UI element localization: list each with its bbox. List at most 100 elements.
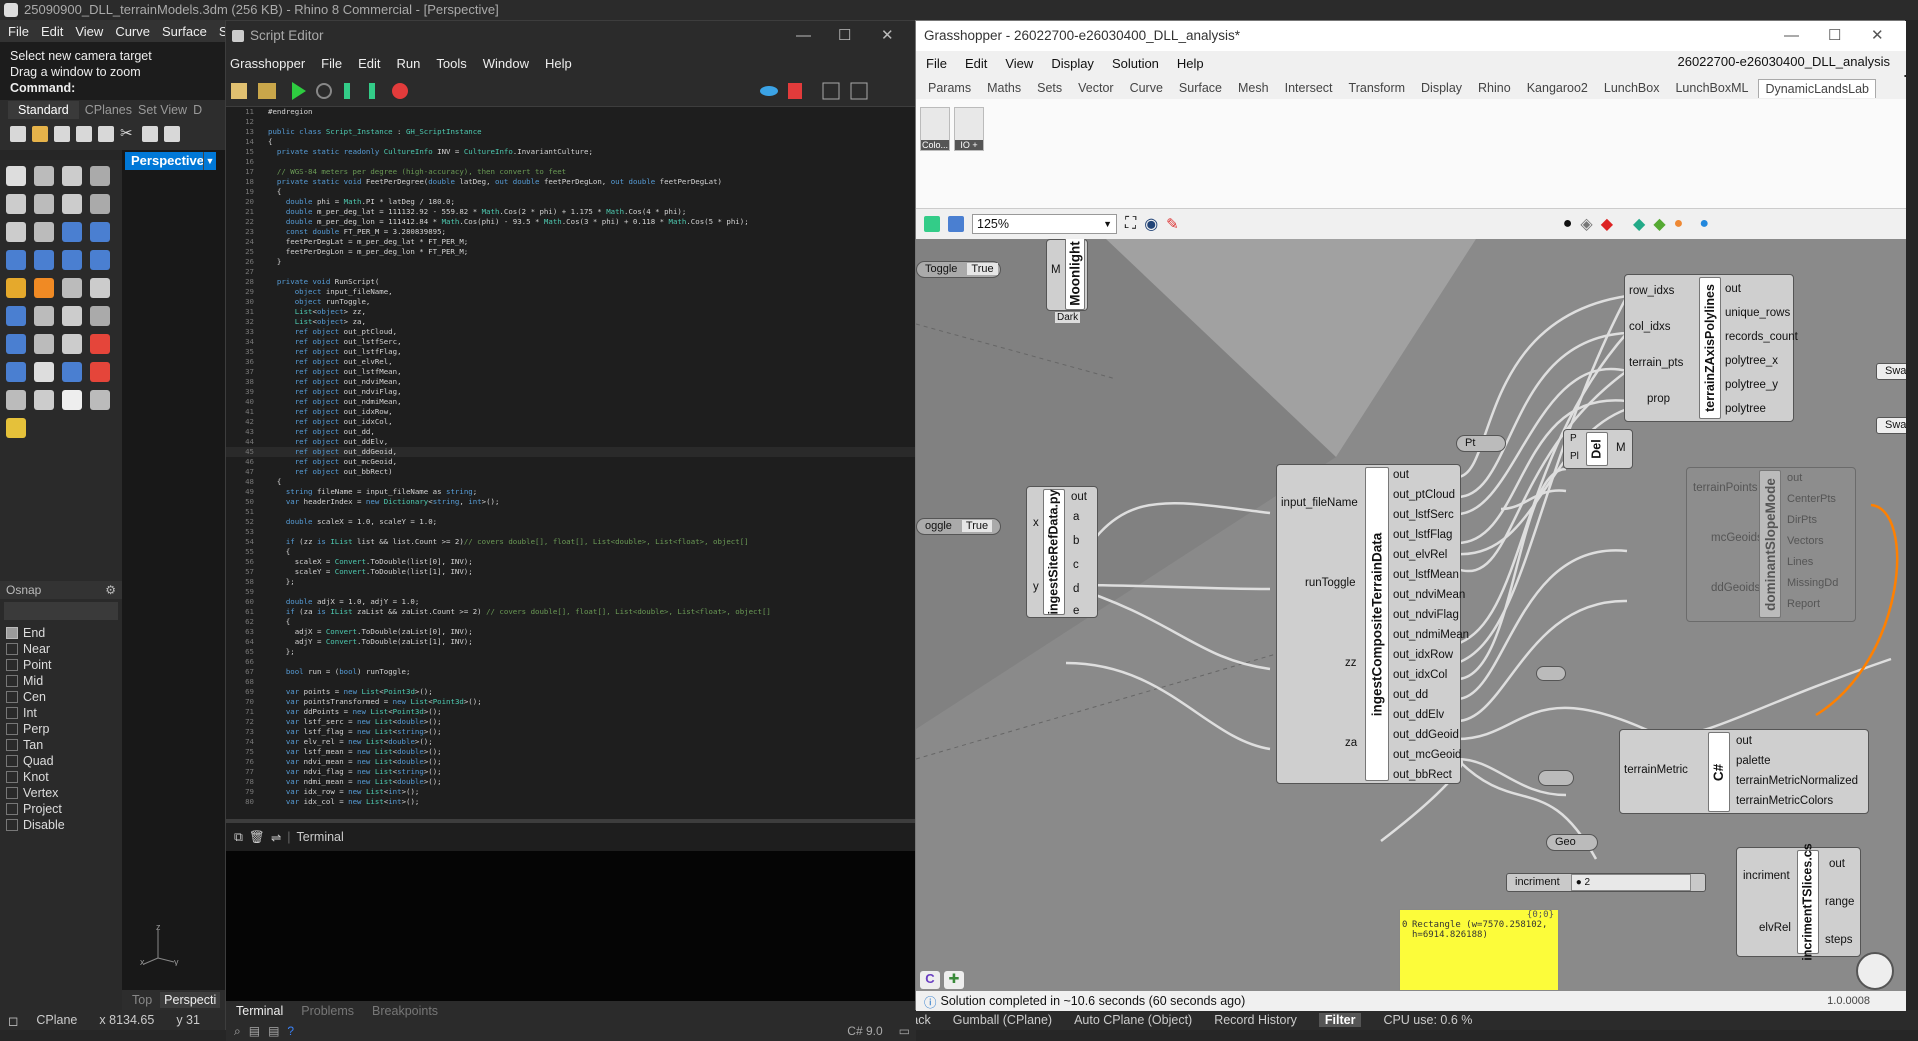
code-line[interactable]: 66: [226, 657, 916, 667]
array-icon[interactable]: [62, 362, 82, 382]
display-icon[interactable]: ◆: [1633, 214, 1645, 234]
tab-sets[interactable]: Sets: [1031, 79, 1068, 97]
gh-menu-display[interactable]: Display: [1051, 56, 1094, 71]
trash-icon[interactable]: 🗑: [249, 830, 265, 845]
viewport-tab-perspective[interactable]: Perspecti: [160, 992, 221, 1008]
checkbox-icon[interactable]: [6, 755, 18, 767]
code-line[interactable]: 70 var pointsTransformed = new List<Poin…: [226, 697, 916, 707]
code-line[interactable]: 19 {: [226, 187, 916, 197]
ribbon-component[interactable]: Colo...: [920, 107, 950, 151]
output-port[interactable]: out_ptCloud: [1393, 485, 1469, 505]
point-icon[interactable]: [34, 166, 54, 186]
debug-icon[interactable]: [788, 83, 802, 99]
output-port[interactable]: CenterPts: [1787, 489, 1838, 510]
output-port[interactable]: out_mcGeoid: [1393, 745, 1469, 765]
status-gumball[interactable]: Gumball (CPlane): [953, 1013, 1052, 1027]
code-line[interactable]: 24 feetPerDegLat = m_per_deg_lat * FT_PE…: [226, 237, 916, 247]
measure-icon[interactable]: [6, 418, 26, 438]
code-editor[interactable]: 11 #endregion 12 13 public class Script_Inst…: [226, 107, 916, 819]
input-port[interactable]: za: [1345, 737, 1357, 749]
check-icon[interactable]: [62, 390, 82, 410]
preview-mode-icon[interactable]: ●: [1563, 215, 1573, 233]
rhino-menu-curve[interactable]: Curve: [115, 24, 150, 39]
search-icon[interactable]: ⌕: [234, 1024, 241, 1039]
code-line[interactable]: 77 var ndvi_flag = new List<string>();: [226, 767, 916, 777]
input-port[interactable]: mcGeoids: [1711, 532, 1763, 544]
checkbox-icon[interactable]: [6, 675, 18, 687]
relay-node[interactable]: [1538, 770, 1574, 786]
boolean-toggle[interactable]: Toggle True: [916, 261, 1001, 278]
output-port[interactable]: polytree_x: [1725, 349, 1798, 373]
perspective-viewport[interactable]: [122, 150, 225, 995]
tab-cplanes[interactable]: CPlanes: [85, 103, 132, 117]
se-menu-grasshopper[interactable]: Grasshopper: [230, 56, 305, 71]
checkbox-checked-icon[interactable]: [6, 627, 18, 639]
explode-icon[interactable]: [34, 390, 54, 410]
save-file-icon[interactable]: [948, 216, 964, 232]
output-port[interactable]: out: [1829, 858, 1845, 870]
osnap-item[interactable]: Disable: [6, 817, 122, 833]
cut-icon[interactable]: ✂: [120, 126, 136, 142]
code-line[interactable]: 41 ref object out_idxRow,: [226, 407, 916, 417]
maximize-icon[interactable]: ☐: [1828, 21, 1841, 51]
code-line[interactable]: 53: [226, 527, 916, 537]
output-port[interactable]: out: [1736, 731, 1858, 751]
osnap-item[interactable]: End: [6, 625, 122, 641]
input-port[interactable]: P: [1570, 433, 1577, 444]
output-port[interactable]: out_lstfMean: [1393, 565, 1469, 585]
checkbox-icon[interactable]: [6, 771, 18, 783]
grid-icon[interactable]: [34, 362, 54, 382]
minimize-icon[interactable]: —: [1784, 21, 1799, 51]
canvas-navigator[interactable]: [1856, 952, 1894, 990]
output-port[interactable]: e: [1073, 605, 1079, 617]
output-port[interactable]: terrainMetricNormalized: [1736, 771, 1858, 791]
code-line[interactable]: 62 {: [226, 617, 916, 627]
step-over-icon[interactable]: [316, 83, 332, 99]
code-line[interactable]: 64 adjY = Convert.ToDouble(zaList[1], IN…: [226, 637, 916, 647]
rhino-menu-view[interactable]: View: [75, 24, 103, 39]
maximize-icon[interactable]: ☐: [838, 21, 851, 51]
output-port[interactable]: out: [1393, 465, 1469, 485]
bake-icon[interactable]: ◆: [1601, 214, 1613, 234]
sphere-icon[interactable]: [34, 250, 54, 270]
status-square-icon[interactable]: ◻: [8, 1013, 18, 1028]
code-line[interactable]: 20 double phi = Math.PI * latDeg / 180.0…: [226, 197, 916, 207]
input-port[interactable]: row_idxs: [1629, 285, 1674, 297]
output-port[interactable]: out_lstfFlag: [1393, 525, 1469, 545]
output-port[interactable]: out_dd: [1393, 685, 1469, 705]
code-line[interactable]: 32 List<object> za,: [226, 317, 916, 327]
code-line[interactable]: 15 private static readonly CultureInfo I…: [226, 147, 916, 157]
slider-track[interactable]: ● 2: [1570, 874, 1691, 891]
gh-menu-help[interactable]: Help: [1177, 56, 1204, 71]
output-port[interactable]: out_idxCol: [1393, 665, 1469, 685]
code-line[interactable]: 78 var ndmi_mean = new List<double>();: [226, 777, 916, 787]
circle-icon[interactable]: [6, 194, 26, 214]
input-port-x[interactable]: x: [1033, 517, 1039, 529]
status-cplane[interactable]: CPlane: [36, 1013, 77, 1027]
code-line[interactable]: 72 var lstf_serc = new List<double>();: [226, 717, 916, 727]
osnap-item[interactable]: Int: [6, 705, 122, 721]
osnap-item[interactable]: Tan: [6, 737, 122, 753]
code-line[interactable]: 13 public class Script_Instance : GH_Scri…: [226, 127, 916, 137]
stop-icon[interactable]: [392, 83, 408, 99]
output-port[interactable]: M: [1616, 442, 1626, 454]
incriment-tslices-component[interactable]: incriment elvRel incrimentTSlices.cs out…: [1736, 843, 1861, 961]
input-port[interactable]: terrainPoints: [1693, 482, 1758, 494]
checkbox-icon[interactable]: [6, 691, 18, 703]
input-port[interactable]: M: [1051, 264, 1061, 276]
checkbox-icon[interactable]: [6, 803, 18, 815]
code-line[interactable]: 80 var idx_col = new List<int>();: [226, 797, 916, 807]
code-line[interactable]: 74 var elv_rel = new List<double>();: [226, 737, 916, 747]
display-icon[interactable]: ●: [1674, 215, 1684, 233]
input-port[interactable]: ddGeoids: [1711, 582, 1760, 594]
mesh-icon[interactable]: [90, 250, 110, 270]
se-menu-run[interactable]: Run: [397, 56, 421, 71]
analyze-icon[interactable]: [90, 334, 110, 354]
code-line[interactable]: 67 bool run = (bool) runToggle;: [226, 667, 916, 677]
osnap-item[interactable]: Quad: [6, 753, 122, 769]
code-line[interactable]: 50 var headerIndex = new Dictionary<stri…: [226, 497, 916, 507]
output-port[interactable]: a: [1073, 511, 1079, 523]
code-line[interactable]: 40 ref object out_ndmiMean,: [226, 397, 916, 407]
code-line[interactable]: 37 ref object out_lstfMean,: [226, 367, 916, 377]
code-line[interactable]: 58 };: [226, 577, 916, 587]
